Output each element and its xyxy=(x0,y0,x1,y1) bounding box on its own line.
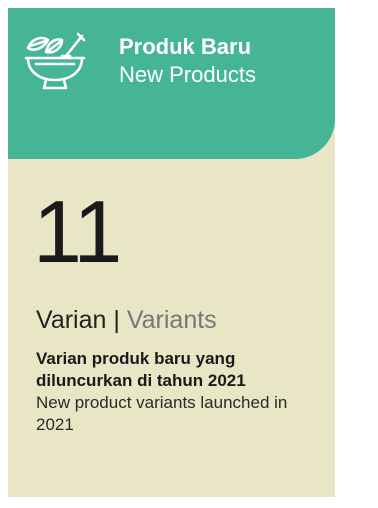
header-title-id: Produk Baru xyxy=(119,34,252,59)
stat-value: 11 xyxy=(33,182,122,281)
mortar-pestle-herbs-icon xyxy=(20,26,90,96)
stat-unit-id: Varian xyxy=(36,306,107,334)
description-en: New product variants launched in 2021 xyxy=(36,393,288,434)
stat-unit-separator: | xyxy=(113,306,120,334)
new-products-card: Produk Baru New Products 11 Varian | Var… xyxy=(8,8,335,497)
stat-unit: Varian | Variants xyxy=(36,305,217,335)
header-titles: Produk Baru New Products xyxy=(119,33,256,89)
stat-unit-en: Variants xyxy=(126,306,217,334)
header-title-en: New Products xyxy=(119,62,256,87)
description-id: Varian produk baru yang diluncurkan di t… xyxy=(36,349,246,390)
card-header: Produk Baru New Products xyxy=(8,8,335,159)
